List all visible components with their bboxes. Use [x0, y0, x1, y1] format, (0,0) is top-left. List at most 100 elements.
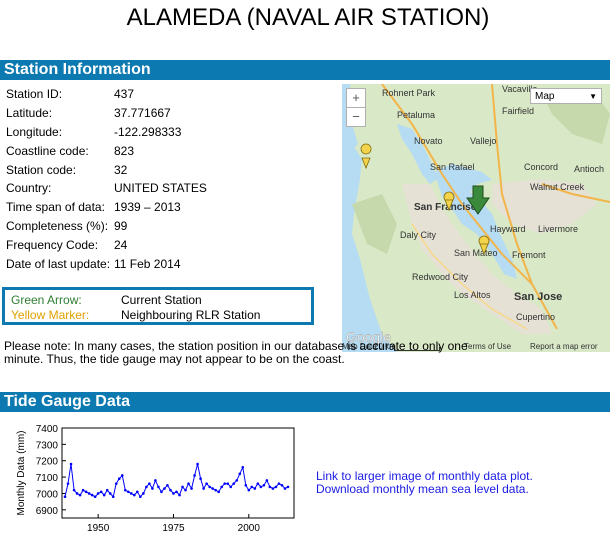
station-info-label: Station ID:: [6, 87, 63, 102]
data-point: [202, 487, 205, 490]
data-point: [256, 482, 260, 485]
map-label: Daly City: [400, 230, 437, 240]
data-point: [211, 487, 214, 490]
map-label: Cupertino: [516, 312, 555, 322]
y-axis-label: Monthly Data (mm): [16, 430, 27, 515]
map-label: Livermore: [538, 224, 578, 234]
data-point: [280, 483, 284, 487]
data-point: [169, 488, 172, 492]
station-info-value: 37.771667: [114, 106, 171, 121]
station-info-label: Country:: [6, 181, 52, 196]
y-tick-label: 7400: [36, 424, 59, 435]
data-point: [96, 492, 100, 495]
data-point: [214, 488, 217, 492]
data-point: [187, 482, 190, 485]
station-info-value: 437: [114, 87, 135, 102]
data-point: [271, 487, 275, 490]
y-tick-label: 7100: [36, 473, 59, 484]
data-point: [247, 488, 251, 492]
legend-row-green: Green Arrow: Current Station: [11, 293, 202, 308]
station-info-value: UNITED STATES: [114, 181, 207, 196]
data-point: [72, 488, 76, 492]
data-point: [126, 490, 130, 494]
x-tick-label: 1975: [162, 523, 185, 534]
legend-yellow-value: Neighbouring RLR Station: [121, 308, 261, 322]
data-point: [253, 487, 257, 490]
map-label: Antioch: [574, 164, 604, 174]
data-point: [178, 493, 181, 497]
data-point: [241, 465, 245, 469]
data-point: [226, 482, 230, 485]
data-point: [99, 490, 103, 494]
station-info-row: Frequency Code: 24: [6, 235, 207, 254]
data-point: [277, 482, 281, 485]
x-tick-label: 2000: [238, 523, 261, 534]
station-map[interactable]: Rohnert Park Vacaville Petaluma Fairfiel…: [342, 84, 610, 352]
data-point: [184, 488, 187, 492]
data-point: [274, 485, 278, 489]
y-tick-label: 6900: [36, 506, 59, 517]
data-point: [250, 485, 254, 489]
station-info-row: Latitude: 37.771667: [6, 104, 207, 123]
y-tick-label: 7000: [36, 489, 59, 500]
data-point: [196, 462, 199, 466]
station-info-row: Completeness (%): 99: [6, 217, 207, 236]
station-info-heading: Station Information: [0, 60, 610, 80]
data-point: [217, 490, 220, 494]
data-point: [63, 495, 67, 499]
station-info-row: Station ID: 437: [6, 85, 207, 104]
data-point: [75, 492, 79, 495]
station-info-row: Time span of data: 1939 – 2013: [6, 198, 207, 217]
map-type-select[interactable]: Map ▼: [530, 88, 602, 104]
map-label: San Jose: [514, 291, 562, 303]
data-point: [166, 483, 169, 487]
station-info-value: 24: [114, 237, 128, 252]
station-info-value: -122.298333: [114, 124, 182, 139]
data-point: [190, 487, 193, 490]
map-label: Redwood City: [412, 272, 469, 282]
data-point: [69, 462, 73, 466]
data-point: [129, 492, 133, 495]
legend-green-label: Green Arrow:: [11, 293, 82, 307]
legend-row-yellow: Yellow Marker: Neighbouring RLR Station: [11, 308, 260, 323]
data-point: [244, 483, 248, 487]
station-info-label: Time span of data:: [6, 200, 105, 215]
station-info-value: 11 Feb 2014: [114, 256, 181, 271]
map-canvas[interactable]: Rohnert Park Vacaville Petaluma Fairfiel…: [342, 84, 610, 352]
data-point: [111, 495, 115, 499]
station-info-value: 1939 – 2013: [114, 200, 181, 215]
map-label: San Rafael: [430, 162, 475, 172]
map-label: Petaluma: [397, 110, 435, 120]
data-point: [114, 482, 118, 485]
data-point: [123, 488, 127, 492]
zoom-in-button[interactable]: +: [346, 88, 366, 108]
data-point: [181, 485, 184, 489]
data-point: [208, 485, 211, 489]
data-point: [105, 488, 109, 492]
legend-green-value: Current Station: [121, 293, 202, 307]
data-point: [117, 477, 121, 481]
download-data-link[interactable]: Download monthly mean sea level data.: [316, 483, 533, 496]
data-point: [93, 495, 97, 499]
monthly-data-chart[interactable]: 6900 7000 7100 7200 7300 7400 1950 1975 2000 Mont…: [0, 418, 300, 540]
map-label: Hayward: [490, 224, 526, 234]
map-label: Vallejo: [470, 136, 496, 146]
station-info-value: 99: [114, 218, 128, 233]
station-info-label: Date of last update:: [6, 256, 111, 271]
data-point: [220, 485, 223, 489]
data-point: [163, 487, 166, 490]
zoom-out-button[interactable]: −: [346, 107, 366, 127]
data-point: [229, 485, 233, 489]
data-point: [238, 472, 242, 476]
data-point: [102, 493, 106, 497]
map-label: Los Altos: [454, 290, 491, 300]
data-point: [78, 493, 82, 497]
report-map-error-link[interactable]: Report a map error: [530, 342, 598, 351]
data-point: [223, 482, 227, 485]
x-tick-label: 1950: [87, 523, 110, 534]
data-point: [205, 482, 208, 485]
map-type-value: Map: [535, 91, 555, 102]
station-info-label: Longitude:: [6, 124, 63, 139]
data-point: [139, 495, 142, 499]
station-info-value: 823: [114, 143, 135, 158]
